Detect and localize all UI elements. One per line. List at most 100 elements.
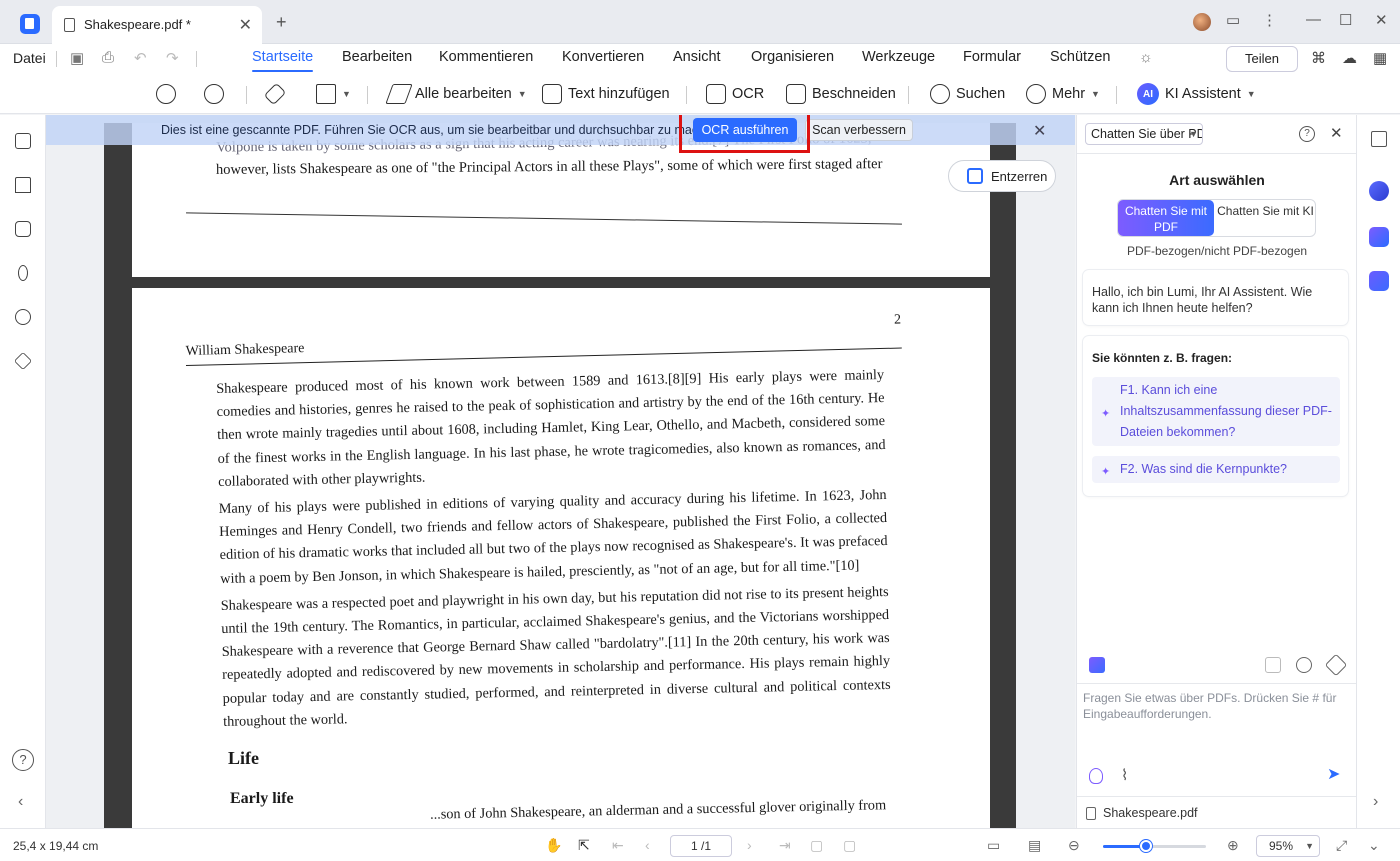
add-text-button[interactable]: Text hinzufügen: [542, 82, 670, 106]
page-layout-icon[interactable]: ▤: [1028, 837, 1041, 854]
rotate-icon[interactable]: ▢: [810, 837, 823, 854]
document-scan-icon[interactable]: ▦: [1373, 49, 1387, 67]
minimize-icon[interactable]: ―: [1306, 11, 1321, 28]
chat-mode-select[interactable]: Chatten Sie über PDF ▼: [1085, 123, 1203, 145]
ai-robot-icon[interactable]: [1369, 181, 1389, 201]
more-vertical-icon[interactable]: ⋮: [1262, 11, 1277, 29]
prompt-library-icon[interactable]: [1089, 657, 1105, 673]
last-page-icon[interactable]: ⇥: [779, 837, 791, 854]
zoom-in-icon[interactable]: ⊕: [1227, 837, 1239, 854]
close-icon[interactable]: ✕: [1033, 121, 1046, 141]
chat-input[interactable]: Fragen Sie etwas über PDFs. Drücken Sie …: [1077, 683, 1357, 795]
document-icon: [64, 18, 75, 32]
ai-assistant-button[interactable]: AI KI Assistent ▼: [1137, 82, 1256, 106]
tab-kommentieren[interactable]: Kommentieren: [439, 49, 533, 65]
attach-icon[interactable]: ⌇: [1121, 766, 1128, 784]
lightbulb-icon[interactable]: [1089, 768, 1103, 784]
suggestion-text: F2. Was sind die Kernpunkte?: [1120, 462, 1287, 476]
chevron-down-icon: ▼: [1189, 129, 1198, 139]
zoom-slider-handle[interactable]: [1140, 840, 1153, 852]
first-page-icon[interactable]: ⇤: [612, 837, 624, 854]
chevron-down-icon: ▼: [1246, 89, 1256, 99]
tab-konvertieren[interactable]: Konvertieren: [562, 49, 644, 65]
tab-formular[interactable]: Formular: [963, 49, 1021, 65]
tab-werkzeuge[interactable]: Werkzeuge: [862, 49, 935, 65]
lightbulb-icon[interactable]: ☼: [1139, 49, 1153, 66]
tab-close-icon[interactable]: ✕: [239, 15, 252, 35]
menu-file[interactable]: Datei: [13, 50, 46, 66]
layers-icon[interactable]: [13, 351, 33, 371]
chevron-left-icon[interactable]: ‹: [18, 793, 23, 811]
page-fit-icon[interactable]: ▭: [987, 837, 1000, 854]
tab-schuetzen[interactable]: Schützen: [1050, 49, 1110, 65]
pdf-page-2: William Shakespeare 2 Shakespeare produc…: [132, 288, 990, 828]
avatar[interactable]: [1193, 13, 1211, 31]
ocr-button[interactable]: OCR: [706, 82, 764, 106]
message-icon[interactable]: ▭: [1226, 11, 1240, 29]
more-button[interactable]: Mehr ▼: [1026, 82, 1100, 106]
checklist-icon[interactable]: [1369, 271, 1389, 291]
suggestion-item[interactable]: ✦ F1. Kann ich eine Inhaltszusammenfassu…: [1092, 377, 1340, 446]
previous-page-icon[interactable]: ‹: [645, 837, 650, 853]
translate-icon[interactable]: [1369, 227, 1389, 247]
zoom-slider[interactable]: [1103, 840, 1206, 852]
redo-icon[interactable]: ↷: [166, 49, 179, 67]
maximize-icon[interactable]: ☐: [1339, 11, 1352, 29]
zoom-out-icon[interactable]: ⊖: [1068, 837, 1080, 854]
page-body: Shakespeare produced most of his known w…: [216, 364, 891, 738]
share-button[interactable]: Teilen: [1226, 46, 1298, 72]
paragraph: Shakespeare produced most of his known w…: [216, 367, 886, 490]
fit-icon[interactable]: ▢: [843, 837, 856, 854]
page-size: 25,4 x 19,44 cm: [13, 839, 99, 853]
workflow-icon[interactable]: ⌘: [1311, 49, 1326, 67]
collapse-icon[interactable]: ⌄: [1368, 837, 1380, 854]
bookmark-icon[interactable]: [15, 177, 31, 193]
active-file-name: Shakespeare.pdf: [1103, 806, 1198, 820]
fullscreen-icon[interactable]: ⤢: [1336, 837, 1347, 854]
shape-dropdown[interactable]: ▼: [316, 82, 351, 106]
print-icon[interactable]: ⎙: [102, 49, 114, 66]
chat-with-pdf-option[interactable]: Chatten Sie mit PDF: [1118, 200, 1214, 236]
edit-all-button[interactable]: Alle bearbeiten ▼: [385, 82, 527, 106]
suggestion-item[interactable]: ✦ F2. Was sind die Kernpunkte?: [1092, 456, 1340, 483]
undo-icon[interactable]: ↶: [134, 49, 147, 67]
zoom-select[interactable]: 95% ▼: [1256, 835, 1320, 857]
select-tool-icon[interactable]: ⇱: [578, 837, 590, 854]
page-thumbnails-icon[interactable]: [15, 133, 31, 149]
properties-icon[interactable]: [1371, 131, 1387, 147]
pen-icon: [385, 84, 413, 104]
tab-organisieren[interactable]: Organisieren: [751, 49, 834, 65]
close-icon[interactable]: ✕: [1330, 124, 1343, 142]
comment-icon[interactable]: [15, 221, 31, 237]
tab-startseite[interactable]: Startseite: [252, 49, 314, 72]
page-input[interactable]: 1 /1: [670, 835, 732, 857]
chat-with-ai-option[interactable]: Chatten Sie mit KI: [1216, 200, 1315, 236]
chevron-right-icon[interactable]: ›: [1373, 793, 1378, 811]
send-icon[interactable]: ➤: [1327, 764, 1340, 784]
document-viewer[interactable]: Volpone is taken by some scholars as a s…: [46, 115, 1075, 828]
zoom-out-button[interactable]: [156, 82, 176, 106]
cloud-upload-icon[interactable]: ☁: [1342, 49, 1357, 67]
crop-button[interactable]: Beschneiden: [786, 82, 896, 106]
save-icon[interactable]: ▣: [70, 49, 84, 67]
search-icon[interactable]: [15, 309, 31, 325]
deskew-button[interactable]: Entzerren: [948, 160, 1056, 192]
tab-bearbeiten[interactable]: Bearbeiten: [342, 49, 412, 65]
new-tab-button[interactable]: +: [276, 12, 287, 33]
history-icon[interactable]: [1296, 657, 1312, 673]
tab-ansicht[interactable]: Ansicht: [673, 49, 721, 65]
text-box-icon: [542, 84, 562, 104]
zoom-in-button[interactable]: [204, 82, 224, 106]
close-window-icon[interactable]: ✕: [1375, 11, 1388, 29]
new-chat-icon[interactable]: [1265, 657, 1281, 673]
settings-icon[interactable]: [1324, 653, 1348, 677]
next-page-icon[interactable]: ›: [747, 837, 752, 853]
improve-scan-button[interactable]: Scan verbessern: [805, 119, 913, 141]
help-icon[interactable]: ?: [1299, 126, 1315, 142]
document-tab[interactable]: Shakespeare.pdf * ✕: [52, 6, 262, 44]
help-icon[interactable]: ?: [12, 749, 34, 771]
attachment-icon[interactable]: [18, 265, 28, 281]
highlight-button[interactable]: [263, 82, 287, 106]
hand-tool-icon[interactable]: ✋: [545, 837, 562, 854]
search-button[interactable]: Suchen: [930, 82, 1005, 106]
